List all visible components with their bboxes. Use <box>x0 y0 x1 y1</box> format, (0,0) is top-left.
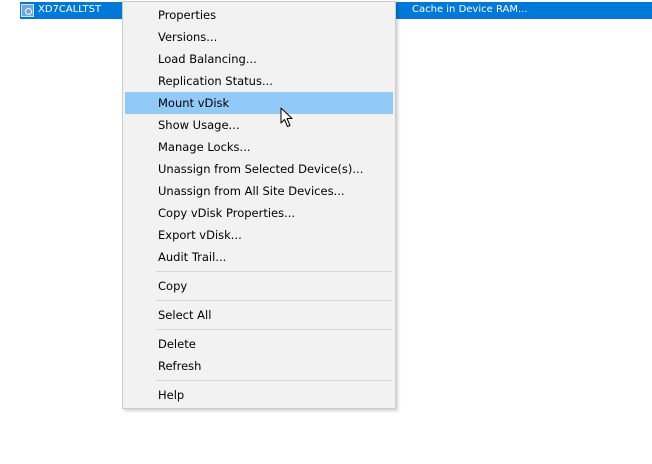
menu-item-show-usage[interactable]: Show Usage... <box>125 114 393 136</box>
menu-item-unassign-from-all-site-devices[interactable]: Unassign from All Site Devices... <box>125 180 393 202</box>
menu-item-properties[interactable]: Properties <box>125 4 393 26</box>
screen: XD7CALLTST Cache in Device RAM... Proper… <box>0 0 652 464</box>
menu-item-export-vdisk[interactable]: Export vDisk... <box>125 224 393 246</box>
menu-separator <box>156 271 392 272</box>
mouse-pointer-icon <box>280 107 293 127</box>
vdisk-name: XD7CALLTST <box>38 4 102 15</box>
menu-item-help[interactable]: Help <box>125 384 393 406</box>
menu-item-copy-vdisk-properties[interactable]: Copy vDisk Properties... <box>125 202 393 224</box>
menu-separator <box>156 300 392 301</box>
vdisk-icon <box>21 4 34 17</box>
vdisk-cache-type: Cache in Device RAM... <box>412 4 528 15</box>
menu-separator <box>156 329 392 330</box>
context-menu: Properties Versions... Load Balancing... Re… <box>122 1 396 409</box>
menu-item-load-balancing[interactable]: Load Balancing... <box>125 48 393 70</box>
menu-item-audit-trail[interactable]: Audit Trail... <box>125 246 393 268</box>
menu-item-manage-locks[interactable]: Manage Locks... <box>125 136 393 158</box>
menu-item-mount-vdisk[interactable]: Mount vDisk <box>125 92 393 114</box>
menu-item-replication-status[interactable]: Replication Status... <box>125 70 393 92</box>
menu-item-unassign-from-selected-device-s[interactable]: Unassign from Selected Device(s)... <box>125 158 393 180</box>
menu-separator <box>156 380 392 381</box>
menu-item-versions[interactable]: Versions... <box>125 26 393 48</box>
menu-item-copy[interactable]: Copy <box>125 275 393 297</box>
menu-item-delete[interactable]: Delete <box>125 333 393 355</box>
menu-item-refresh[interactable]: Refresh <box>125 355 393 377</box>
menu-item-select-all[interactable]: Select All <box>125 304 393 326</box>
